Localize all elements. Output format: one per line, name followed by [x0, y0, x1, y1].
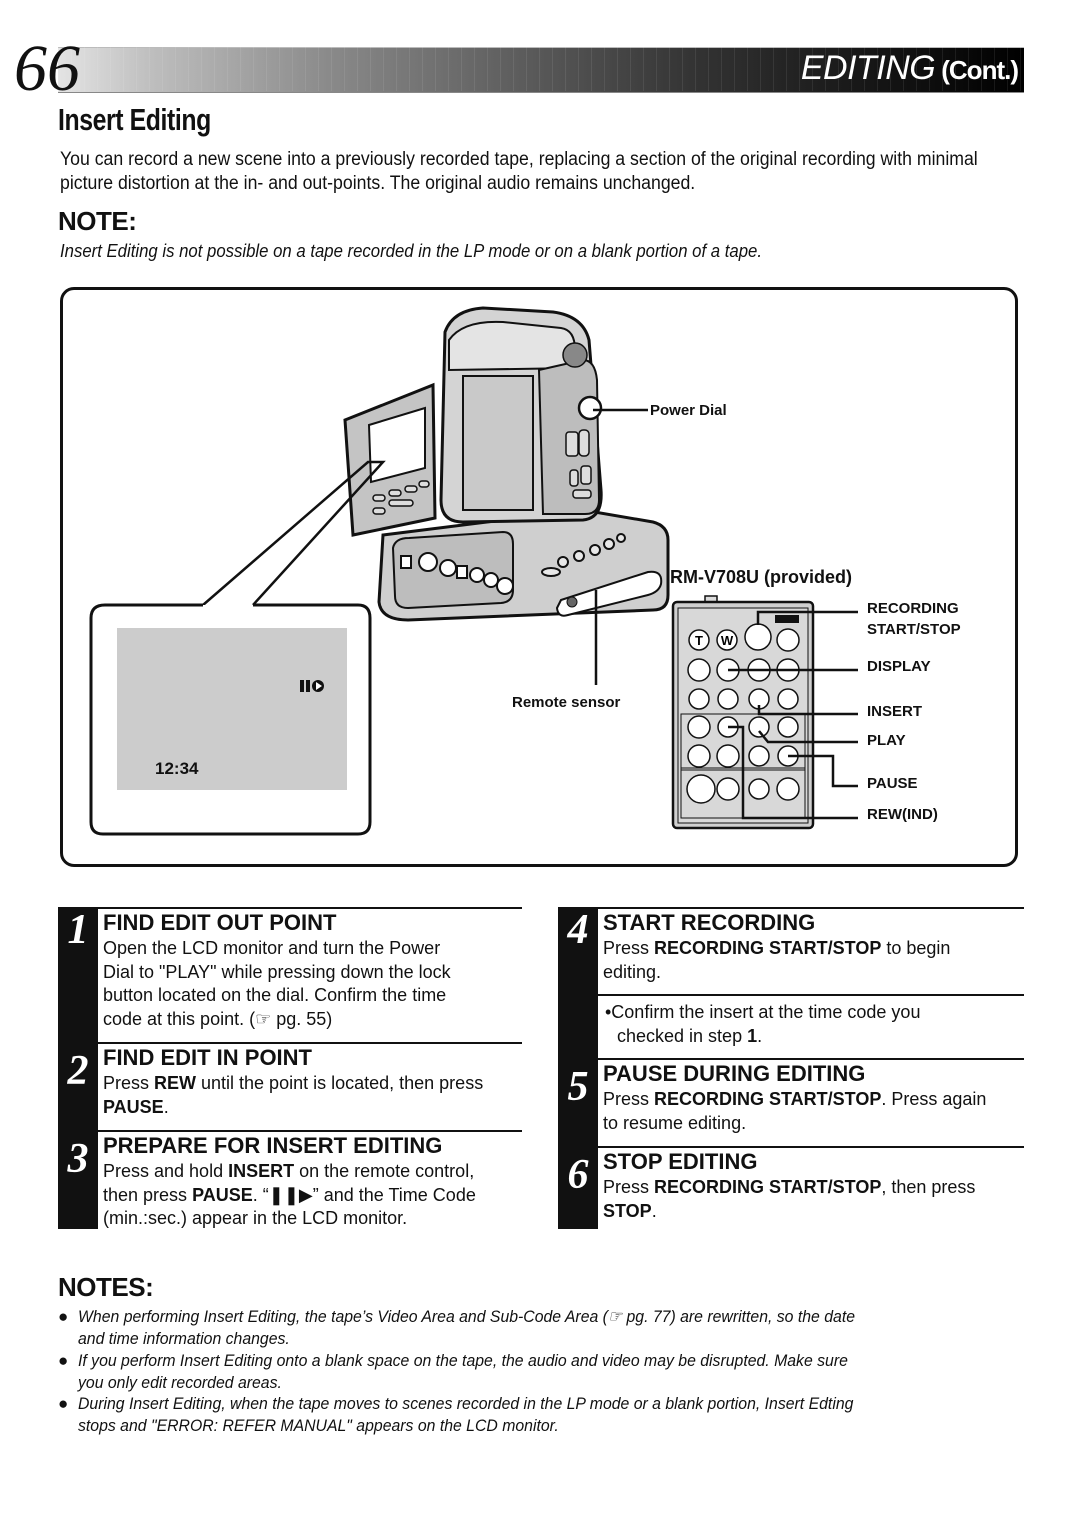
illustration-frame: T W Power Dial Remote sensor RM-V708U (p… — [60, 287, 1018, 867]
step-number-text: 2 — [67, 1048, 89, 1094]
power-dial — [577, 395, 603, 421]
step-ref: 1 — [747, 1025, 758, 1046]
step-body: Press RECORDING START/STOP. Press again … — [603, 1088, 986, 1135]
step-title: PAUSE DURING EDITING — [603, 1061, 866, 1086]
keyword-rew: REW — [154, 1073, 197, 1093]
text: When performing Insert Editing, the tape… — [78, 1307, 856, 1326]
step-title: FIND EDIT IN POINT — [103, 1045, 312, 1070]
callout-play: PLAY — [867, 732, 906, 749]
bullet-icon: ● — [58, 1307, 69, 1326]
bullet-icon: ● — [58, 1394, 69, 1413]
note-text: Insert Editing is not possible on a tape… — [60, 241, 762, 261]
text: •Confirm the insert at the time code you — [605, 1002, 921, 1022]
text: . — [163, 1096, 169, 1117]
keyword-insert: INSERT — [228, 1161, 295, 1181]
notes-title: NOTES: — [58, 1272, 154, 1302]
step-body: Open the LCD monitor and turn the Power … — [103, 937, 451, 1031]
section-suffix: (Cont.) — [941, 55, 1019, 85]
step-title: STOP EDITING — [603, 1149, 758, 1174]
text: . Press again — [881, 1089, 987, 1109]
text: you only edit recorded areas. — [78, 1372, 282, 1392]
callout-start-stop: START/STOP — [867, 621, 961, 638]
text: until the point is located, then press — [196, 1073, 484, 1093]
keyword-recording-start-stop: RECORDING START/STOP — [654, 1089, 882, 1109]
docking-station — [377, 508, 670, 622]
text: , then press — [881, 1177, 976, 1197]
note-title: NOTE: — [58, 206, 137, 236]
remote-sensor-label: Remote sensor — [512, 694, 621, 711]
text: . — [651, 1200, 657, 1221]
step-2: 2 FIND EDIT IN POINT Press REW until the… — [58, 1042, 522, 1132]
callout-insert: INSERT — [867, 703, 923, 720]
step-number-text: 3 — [67, 1136, 89, 1182]
lcd-enlargement — [89, 603, 372, 836]
keyword-recording-start-stop: RECORDING START/STOP — [654, 938, 882, 958]
text: Press — [603, 1089, 655, 1109]
step-number: 3 — [58, 1136, 98, 1182]
remote-model-label: RM-V708U (provided) — [670, 567, 853, 587]
text: stops and "ERROR: REFER MANUAL" appears … — [78, 1415, 559, 1435]
section-name: EDITING — [800, 49, 936, 87]
text: During Insert Editing, when the tape mov… — [78, 1394, 854, 1413]
intro-paragraph: You can record a new scene into a previo… — [60, 149, 978, 194]
text: to begin — [881, 938, 951, 958]
step-title: PREPARE FOR INSERT EDITING — [103, 1133, 443, 1158]
text: Press — [603, 1177, 655, 1197]
text: . — [757, 1025, 763, 1046]
remote-key-w: W — [721, 633, 734, 648]
bullet-icon: ● — [58, 1351, 69, 1370]
callout-pause: PAUSE — [867, 775, 918, 792]
keyword-pause: PAUSE — [103, 1096, 164, 1117]
step-number-text: 5 — [567, 1064, 589, 1110]
text: editing. — [603, 961, 662, 982]
keyword-stop: STOP — [603, 1200, 652, 1221]
camcorder-body — [439, 306, 603, 524]
text: . “❚❚▶” and the Time Code — [252, 1184, 476, 1205]
step-number: 5 — [558, 1064, 598, 1110]
step-body: Press RECORDING START/STOP, then press S… — [603, 1176, 975, 1223]
step-body: Press REW until the point is located, th… — [103, 1072, 483, 1119]
power-dial-label: Power Dial — [650, 402, 727, 419]
step-3: 3 PREPARE FOR INSERT EDITING Press and h… — [58, 1130, 522, 1230]
callout-display: DISPLAY — [867, 658, 931, 675]
keyword-pause: PAUSE — [192, 1184, 253, 1205]
text: checked in step — [617, 1025, 748, 1046]
callout-recording: RECORDING — [867, 600, 959, 617]
keyword-recording-start-stop: RECORDING START/STOP — [654, 1177, 882, 1197]
step-4-bullet-note: •Confirm the insert at the time code you… — [605, 1001, 920, 1048]
text: Press — [103, 1073, 155, 1093]
step-6: 6 STOP EDITING Press RECORDING START/STO… — [558, 1146, 1024, 1230]
step-5: 5 PAUSE DURING EDITING Press RECORDING S… — [558, 1058, 1024, 1148]
page-number: 66 — [14, 32, 80, 105]
step-body-line: Dial to "PLAY" while pressing down the l… — [103, 961, 451, 982]
text: Press and hold — [103, 1161, 229, 1181]
callout-rewind: REW(IND) — [867, 806, 938, 823]
remote-key-t: T — [695, 633, 703, 648]
text: to resume editing. — [603, 1112, 747, 1133]
step-body: Press RECORDING START/STOP to begin edit… — [603, 937, 950, 984]
divider — [598, 994, 1024, 996]
step-title: FIND EDIT OUT POINT — [103, 910, 337, 935]
step-number-text: 6 — [567, 1152, 589, 1198]
lcd-panel — [343, 382, 437, 537]
step-body: Press and hold INSERT on the remote cont… — [103, 1160, 476, 1231]
step-body-line: button located on the dial. Confirm the … — [103, 985, 447, 1005]
step-number: 2 — [58, 1048, 98, 1094]
page-heading: Insert Editing — [58, 102, 211, 137]
step-number: 6 — [558, 1152, 598, 1198]
text: Press — [603, 938, 655, 958]
lcd-time-code: 12:34 — [155, 759, 199, 778]
step-body-line: Open the LCD monitor and turn the Power — [103, 938, 441, 958]
step-body-line: code at this point. (☞ pg. 55) — [103, 1008, 333, 1029]
text: then press — [103, 1184, 193, 1205]
text: (min.:sec.) appear in the LCD monitor. — [103, 1208, 408, 1228]
step-title: START RECORDING — [603, 910, 816, 935]
text: on the remote control, — [294, 1161, 475, 1181]
text: If you perform Insert Editing onto a bla… — [78, 1351, 848, 1370]
section-title: EDITING (Cont.) — [800, 48, 1019, 90]
text: and time information changes. — [78, 1328, 290, 1348]
